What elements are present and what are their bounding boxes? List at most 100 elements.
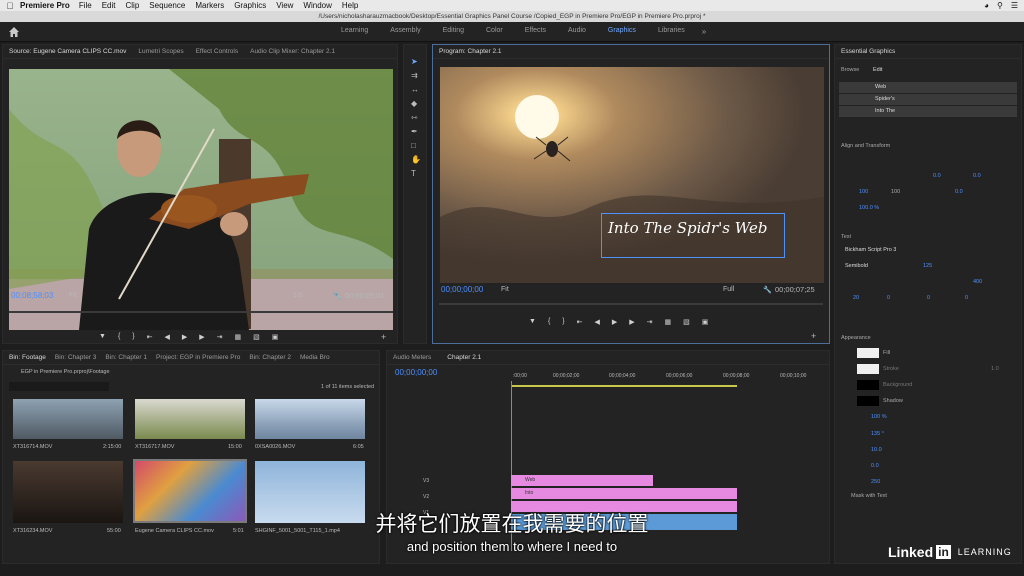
fill-swatch[interactable] [857, 348, 879, 358]
tab-lumetri-scopes[interactable]: Lumetri Scopes [138, 48, 183, 55]
workspace-tab-assembly[interactable]: Assembly [379, 27, 431, 36]
more-workspaces-icon[interactable]: » [696, 27, 706, 36]
extract-icon[interactable]: ▧ [683, 318, 690, 326]
tab-bin-chapter-3[interactable]: Bin: Chapter 3 [55, 354, 97, 361]
eg-tab-edit[interactable]: Edit [873, 67, 882, 73]
wrench-icon[interactable]: 🔧 [333, 292, 342, 300]
shadow-opacity-value[interactable]: 100 % [871, 414, 887, 420]
shadow-blur-value[interactable]: 250 [871, 479, 880, 485]
search-icon[interactable]: ⚲ [997, 1, 1003, 10]
timeline-timecode[interactable]: 00;00;00;00 [395, 368, 437, 377]
baseline-value[interactable]: 0 [927, 295, 930, 301]
workspace-tab-audio[interactable]: Audio [557, 27, 597, 36]
menu-sequence[interactable]: Sequence [149, 1, 185, 10]
program-go-to-out-icon[interactable]: ⇥ [647, 318, 653, 326]
go-to-in-icon[interactable]: ⇤ [147, 333, 153, 341]
apple-icon[interactable]:  [0, 1, 20, 11]
tab-media-browser[interactable]: Media Bro [300, 354, 330, 361]
menu-clip[interactable]: Clip [126, 1, 140, 10]
bin-thumb-2[interactable] [135, 399, 245, 439]
tab-bin-footage[interactable]: Bin: Footage [9, 354, 46, 361]
program-add-button-icon[interactable]: + [811, 331, 816, 341]
kerning-value[interactable]: 20 [853, 295, 859, 301]
menu-markers[interactable]: Markers [195, 1, 224, 10]
mark-out-icon[interactable]: } [132, 333, 134, 341]
go-to-out-icon[interactable]: ⇥ [217, 333, 223, 341]
selection-tool-icon[interactable]: ➤ [411, 57, 418, 66]
program-step-forward-icon[interactable]: ▶ [629, 318, 634, 326]
mark-in-icon[interactable]: { [118, 333, 120, 341]
slip-tool-icon[interactable]: ⇿ [411, 113, 418, 122]
step-forward-icon[interactable]: ▶ [199, 333, 204, 341]
program-mark-in-icon[interactable]: { [548, 318, 550, 326]
shadow-angle-value[interactable]: 135 ° [871, 431, 884, 437]
program-video-frame[interactable]: Into The Spidr's Web [440, 67, 824, 283]
shadow-size-value[interactable]: 0.0 [871, 463, 879, 469]
tab-sequence[interactable]: Chapter 2.1 [447, 354, 481, 361]
scale-h-value[interactable]: 100 [891, 189, 900, 195]
workspace-tab-effects[interactable]: Effects [514, 27, 557, 36]
workspace-tab-color[interactable]: Color [475, 27, 514, 36]
tracking-value[interactable]: 400 [973, 279, 982, 285]
home-icon[interactable] [8, 26, 20, 38]
razor-tool-icon[interactable]: ◆ [411, 99, 417, 108]
program-scrubber[interactable] [439, 303, 823, 305]
program-marker-icon[interactable]: ▼ [529, 318, 536, 326]
marker-icon[interactable]: ▼ [99, 333, 106, 341]
tab-project[interactable]: Project: EGP in Premiere Pro [156, 354, 240, 361]
insert-icon[interactable]: ▦ [235, 333, 242, 341]
layer-into-the[interactable]: Into The [839, 106, 1017, 117]
rectangle-tool-icon[interactable]: □ [411, 141, 416, 150]
font-dropdown[interactable]: Bickham Script Pro 3 [845, 247, 896, 253]
program-go-to-in-icon[interactable]: ⇤ [577, 318, 583, 326]
lift-icon[interactable]: ▦ [665, 318, 672, 326]
source-timecode[interactable]: 00;08;58;03 [11, 291, 53, 300]
source-scrubber[interactable] [9, 311, 393, 313]
menu-list-icon[interactable]: ☰ [1011, 1, 1018, 10]
tab-bin-chapter-1[interactable]: Bin: Chapter 1 [105, 354, 147, 361]
background-swatch[interactable] [857, 380, 879, 390]
camera-icon[interactable]: ▣ [272, 333, 279, 341]
program-fit-dropdown[interactable]: Fit [501, 286, 509, 293]
tab-source[interactable]: Source: Eugene Camera CLIPS CC.mov [9, 48, 126, 55]
program-wrench-icon[interactable]: 🔧 [763, 286, 772, 294]
layer-spiders[interactable]: Spider's [839, 94, 1017, 105]
workspace-tab-learning[interactable]: Learning [330, 27, 379, 36]
position-y-value[interactable]: 0.0 [973, 173, 981, 179]
font-size-value[interactable]: 125 [923, 263, 932, 269]
position-x-value[interactable]: 0.0 [933, 173, 941, 179]
eg-tab-browse[interactable]: Browse [841, 67, 859, 73]
shadow-swatch[interactable] [857, 396, 879, 406]
layer-web[interactable]: Web [839, 82, 1017, 93]
shadow-distance-value[interactable]: 10.0 [871, 447, 882, 453]
bin-thumb-3[interactable] [255, 399, 365, 439]
tsume-value[interactable]: 0 [965, 295, 968, 301]
pen-tool-icon[interactable]: ✒ [411, 127, 418, 136]
source-resolution-dropdown[interactable]: 1/8 [293, 292, 303, 299]
scale-value[interactable]: 100 [859, 189, 868, 195]
work-area-bar[interactable] [511, 385, 737, 387]
bin-search-input[interactable] [9, 382, 109, 391]
menu-window[interactable]: Window [303, 1, 331, 10]
app-name[interactable]: Premiere Pro [20, 1, 70, 10]
opacity-value[interactable]: 100.0 % [859, 205, 879, 211]
workspace-tab-libraries[interactable]: Libraries [647, 27, 696, 36]
font-style-dropdown[interactable]: Semibold [845, 263, 868, 269]
bin-thumb-1[interactable] [13, 399, 123, 439]
tab-program[interactable]: Program: Chapter 2.1 [439, 48, 502, 55]
program-timecode[interactable]: 00;00;00;00 [441, 285, 483, 294]
tab-audio-meters[interactable]: Audio Meters [393, 354, 431, 361]
menu-view[interactable]: View [276, 1, 293, 10]
add-button-icon[interactable]: + [381, 332, 386, 342]
program-resolution-dropdown[interactable]: Full [723, 286, 734, 293]
menu-graphics[interactable]: Graphics [234, 1, 266, 10]
menu-help[interactable]: Help [342, 1, 358, 10]
clip-into[interactable]: Into [511, 488, 737, 499]
program-camera-icon[interactable]: ▣ [702, 318, 709, 326]
program-mark-out-icon[interactable]: } [562, 318, 564, 326]
overwrite-icon[interactable]: ▧ [253, 333, 260, 341]
workspace-tab-graphics[interactable]: Graphics [597, 27, 647, 36]
source-video-frame[interactable] [9, 69, 393, 330]
program-overlay-text[interactable]: Into The Spidr's Web [608, 219, 767, 237]
stroke-swatch[interactable] [857, 364, 879, 374]
